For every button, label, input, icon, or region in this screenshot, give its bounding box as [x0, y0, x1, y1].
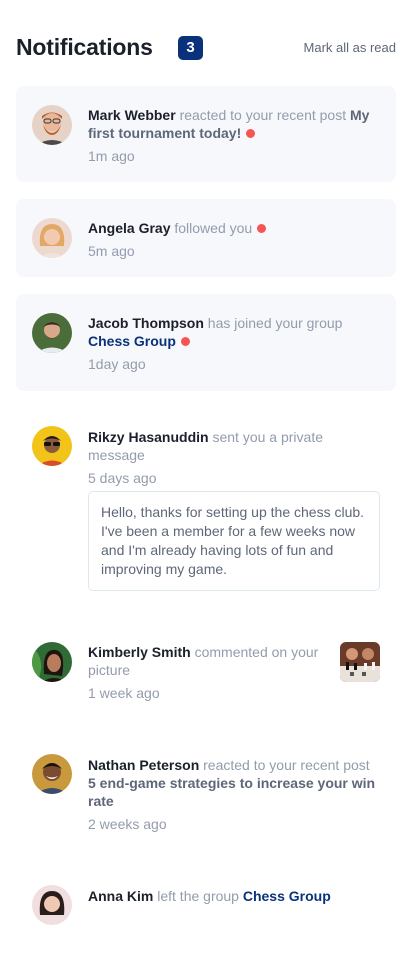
user-name[interactable]: Kimberly Smith	[88, 644, 191, 660]
avatar[interactable]	[32, 218, 72, 258]
notification-content: Kimberly Smith commented on your picture…	[88, 643, 324, 702]
notification-content: Jacob Thompson has joined your group Che…	[88, 314, 380, 373]
avatar[interactable]	[32, 426, 72, 466]
avatar-anna-kim-icon	[32, 885, 72, 925]
mark-all-as-read-button[interactable]: Mark all as read	[304, 40, 396, 55]
avatar-nathan-peterson-icon	[32, 754, 72, 794]
avatar-rikzy-hasanuddin-icon	[32, 426, 72, 466]
notification-action: has joined your group	[207, 315, 343, 331]
private-message-preview[interactable]: Hello, thanks for setting up the chess c…	[88, 491, 380, 591]
notification-item[interactable]: Anna Kim left the group Chess Group	[16, 868, 396, 958]
notification-item[interactable]: Mark Webber reacted to your recent post …	[16, 86, 396, 182]
user-name[interactable]: Rikzy Hasanuddin	[88, 429, 209, 445]
timestamp: 5 days ago	[88, 470, 157, 486]
notification-content: Mark Webber reacted to your recent post …	[88, 106, 380, 165]
timestamp: 1m ago	[88, 148, 135, 164]
header: Notifications 3 Mark all as read	[16, 34, 396, 62]
notification-action: followed you	[174, 220, 253, 236]
avatar-mark-webber-icon	[32, 105, 72, 145]
avatar-angela-gray-icon	[32, 218, 72, 258]
avatar[interactable]	[32, 754, 72, 794]
commented-picture-thumbnail[interactable]	[340, 642, 380, 682]
unread-dot-icon	[257, 224, 267, 233]
notification-item[interactable]: Kimberly Smith commented on your picture…	[16, 623, 396, 715]
post-link[interactable]: 5 end-game strategies to increase your w…	[88, 775, 375, 809]
user-name[interactable]: Nathan Peterson	[88, 757, 199, 773]
notification-content: Rikzy Hasanuddin sent you a private mess…	[88, 428, 380, 487]
timestamp: 1 week ago	[88, 685, 160, 701]
notification-content: Anna Kim left the group Chess Group	[88, 887, 380, 905]
avatar[interactable]	[32, 885, 72, 925]
timestamp: 2 weeks ago	[88, 816, 167, 832]
user-name[interactable]: Jacob Thompson	[88, 315, 204, 331]
timestamp: 1day ago	[88, 356, 146, 372]
group-link[interactable]: Chess Group	[243, 888, 331, 904]
avatar[interactable]	[32, 105, 72, 145]
notification-action: reacted to your recent post	[179, 107, 347, 123]
avatar-kimberly-smith-icon	[32, 642, 72, 682]
chess-picture-icon	[340, 642, 380, 682]
avatar-jacob-thompson-icon	[32, 313, 72, 353]
notification-item[interactable]: Nathan Peterson reacted to your recent p…	[16, 737, 396, 855]
user-name[interactable]: Anna Kim	[88, 888, 153, 904]
user-name[interactable]: Mark Webber	[88, 107, 176, 123]
user-name[interactable]: Angela Gray	[88, 220, 170, 236]
timestamp: 5m ago	[88, 243, 135, 259]
avatar[interactable]	[32, 642, 72, 682]
unread-dot-icon	[246, 129, 256, 138]
notification-content: Nathan Peterson reacted to your recent p…	[88, 756, 380, 833]
notification-action: reacted to your recent post	[203, 757, 370, 773]
page-title: Notifications	[16, 34, 153, 60]
group-link[interactable]: Chess Group	[88, 333, 176, 349]
notification-item[interactable]: Angela Gray followed you 5m ago	[16, 199, 396, 277]
unread-count-badge: 3	[178, 36, 203, 60]
notification-action: left the group	[157, 888, 239, 904]
notification-content: Angela Gray followed you 5m ago	[88, 219, 380, 260]
avatar[interactable]	[32, 313, 72, 353]
notification-item[interactable]: Jacob Thompson has joined your group Che…	[16, 294, 396, 391]
unread-dot-icon	[180, 337, 190, 346]
